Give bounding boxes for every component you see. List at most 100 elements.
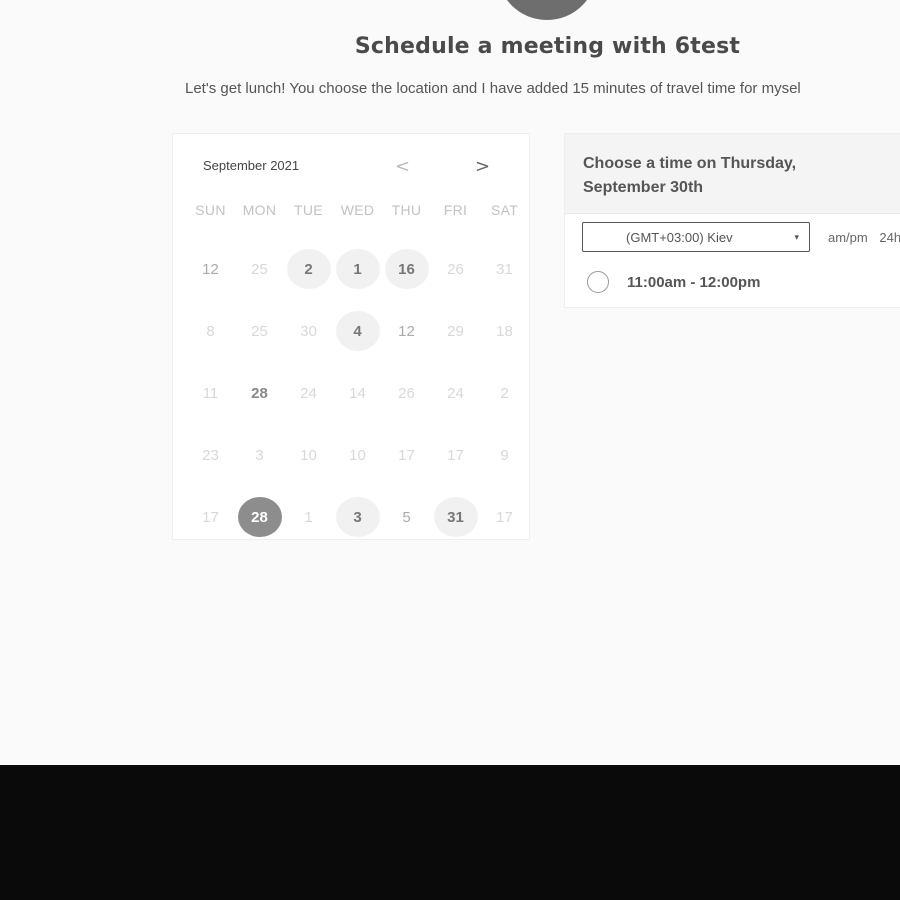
calendar-weekdays: SUN MON TUE WED THU FRI SAT <box>186 202 526 218</box>
calendar-day: 25 <box>235 238 284 300</box>
calendar-day: 17 <box>186 486 235 539</box>
calendar-day-number: 14 <box>349 384 366 402</box>
calendar-day: 29 <box>431 300 480 362</box>
timezone-value: (GMT+03:00) Kiev <box>626 229 733 245</box>
calendar-day: 1 <box>284 486 333 539</box>
calendar-day: 30 <box>284 300 333 362</box>
calendar-day: 10 <box>284 424 333 486</box>
calendar-day: 12 <box>382 300 431 362</box>
time-picker: Choose a time on Thursday, September 30t… <box>564 133 900 308</box>
time-picker-heading: Choose a time on Thursday, September 30t… <box>565 134 900 214</box>
weekday-label: WED <box>340 202 375 218</box>
radio-button[interactable] <box>587 271 609 293</box>
calendar-day-number: 1 <box>335 249 380 289</box>
page-title: Schedule a meeting with 6test <box>354 34 741 59</box>
time-format-toggle: am/pm 24h <box>828 230 900 245</box>
calendar-days: 12 25 2 1 16 26 31 8 25 30 4 12 29 18 11 28 24 14 26 24 2 23 3… <box>186 238 529 539</box>
calendar-month-label: September 2021 <box>203 158 300 173</box>
calendar-day-number: 4 <box>335 311 380 351</box>
calendar-day-number: 28 <box>237 497 282 537</box>
format-24h-option[interactable]: 24h <box>879 230 900 245</box>
calendar-day: 8 <box>186 300 235 362</box>
calendar-day-number: 9 <box>500 446 509 464</box>
calendar-day-number: 3 <box>335 497 380 537</box>
weekday-label: MON <box>242 202 277 218</box>
calendar-day-number: 29 <box>447 322 464 340</box>
calendar-day: 2 <box>480 362 529 424</box>
calendar-day-number: 31 <box>496 260 513 278</box>
calendar-day: 14 <box>333 362 382 424</box>
weekday-label: SAT <box>490 202 519 218</box>
calendar-day[interactable]: 1 <box>333 238 382 300</box>
calendar-day-number: 17 <box>398 446 415 464</box>
calendar-day-number: 25 <box>251 322 268 340</box>
calendar-day: 9 <box>480 424 529 486</box>
calendar-day-number: 31 <box>433 497 478 537</box>
calendar-day: 5 <box>382 486 431 539</box>
chevron-left-icon[interactable]: < <box>395 156 410 177</box>
weekday-label: THU <box>391 202 422 218</box>
calendar-day: 24 <box>284 362 333 424</box>
calendar-day[interactable]: 2 <box>284 238 333 300</box>
calendar-day-number: 16 <box>384 249 429 289</box>
time-slot[interactable]: 11:00am - 12:00pm <box>587 271 760 293</box>
calendar-day-number: 28 <box>251 384 268 402</box>
calendar-day-number: 24 <box>447 384 464 402</box>
calendar-day: 23 <box>186 424 235 486</box>
calendar-day: 17 <box>431 424 480 486</box>
calendar-day-number: 24 <box>300 384 317 402</box>
calendar-day-number: 10 <box>300 446 317 464</box>
scheduling-page: Schedule a meeting with 6test Let's get … <box>0 0 900 765</box>
calendar: September 2021 < > SUN MON TUE WED THU F… <box>172 133 530 540</box>
time-slot-label: 11:00am - 12:00pm <box>627 273 761 291</box>
calendar-day-number: 1 <box>304 508 313 526</box>
calendar-day-number: 18 <box>496 322 513 340</box>
calendar-day: 24 <box>431 362 480 424</box>
calendar-day-number: 8 <box>206 322 215 340</box>
time-picker-heading-line1: Choose a time on Thursday, <box>583 155 797 172</box>
calendar-day-number: 5 <box>402 508 411 526</box>
calendar-day-number: 30 <box>300 322 317 340</box>
weekday-label: TUE <box>294 202 323 218</box>
calendar-day: 17 <box>480 486 529 539</box>
weekday-label: SUN <box>195 202 226 218</box>
calendar-day: 3 <box>235 424 284 486</box>
calendar-day: 25 <box>235 300 284 362</box>
calendar-day-number: 17 <box>447 446 464 464</box>
time-picker-heading-line2: September 30th <box>583 179 704 196</box>
calendar-day: 28 <box>235 362 284 424</box>
calendar-day-number: 3 <box>255 446 264 464</box>
calendar-day-number: 12 <box>202 260 219 278</box>
calendar-day: 18 <box>480 300 529 362</box>
calendar-day-number: 26 <box>398 384 415 402</box>
calendar-day: 26 <box>382 362 431 424</box>
chevron-down-icon: ▾ <box>794 231 799 242</box>
avatar <box>497 0 597 20</box>
calendar-day: 10 <box>333 424 382 486</box>
bottom-band <box>0 765 900 900</box>
calendar-day: 26 <box>431 238 480 300</box>
calendar-day: 17 <box>382 424 431 486</box>
calendar-day: 11 <box>186 362 235 424</box>
calendar-day: 31 <box>480 238 529 300</box>
calendar-day[interactable]: 16 <box>382 238 431 300</box>
calendar-day-number: 12 <box>398 322 415 340</box>
calendar-day-number: 2 <box>500 384 509 402</box>
weekday-label: FRI <box>443 202 468 218</box>
calendar-day-number: 25 <box>251 260 268 278</box>
calendar-day: 12 <box>186 238 235 300</box>
calendar-day-number: 26 <box>447 260 464 278</box>
timezone-select[interactable]: (GMT+03:00) Kiev ▾ <box>582 222 810 252</box>
calendar-day-number: 10 <box>349 446 366 464</box>
calendar-day[interactable]: 4 <box>333 300 382 362</box>
chevron-right-icon[interactable]: > <box>475 156 490 177</box>
calendar-day-number: 11 <box>202 384 219 402</box>
calendar-day-number: 23 <box>202 446 219 464</box>
calendar-day-number: 17 <box>496 508 513 526</box>
calendar-day-number: 2 <box>286 249 331 289</box>
page-subtitle: Let's get lunch! You choose the location… <box>185 80 801 97</box>
calendar-day-selected[interactable]: 28 <box>235 486 284 539</box>
format-ampm-option[interactable]: am/pm <box>828 230 868 245</box>
calendar-day[interactable]: 31 <box>431 486 480 539</box>
calendar-day[interactable]: 3 <box>333 486 382 539</box>
